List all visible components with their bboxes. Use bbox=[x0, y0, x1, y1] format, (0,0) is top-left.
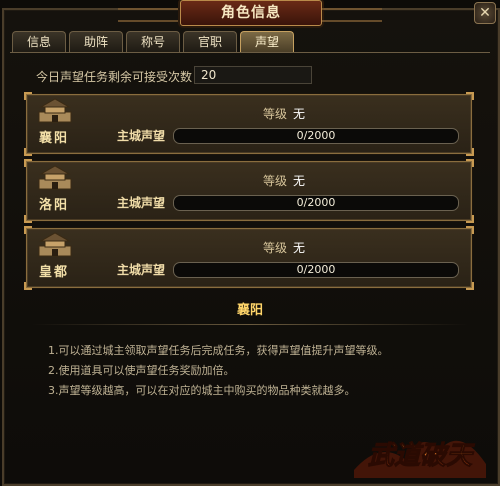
level-row: 等级无 bbox=[263, 105, 305, 122]
city-gate-icon bbox=[38, 165, 72, 190]
city-card-huangdu[interactable]: 皇都 等级无 主城声望 0/2000 bbox=[24, 226, 474, 290]
level-label: 等级 bbox=[263, 107, 288, 121]
city-name: 皇都 bbox=[39, 265, 70, 280]
tab-assist[interactable]: 助阵 bbox=[69, 31, 123, 52]
title-ornament-left bbox=[118, 8, 178, 22]
description-line: 1.可以通过城主领取声望任务后完成任务，获得声望值提升声望等级。 bbox=[48, 344, 389, 357]
tab-divider bbox=[10, 52, 490, 53]
reputation-label: 主城声望 bbox=[117, 129, 166, 143]
level-value: 无 bbox=[293, 241, 306, 255]
title-ornament-right bbox=[322, 8, 382, 22]
level-row: 等级无 bbox=[263, 239, 305, 256]
city-card-luoyang[interactable]: 洛阳 等级无 主城声望 0/2000 bbox=[24, 159, 474, 223]
city-gate-icon bbox=[38, 232, 72, 257]
title-bar: 角色信息 ✕ bbox=[0, 0, 500, 26]
description-line: 3.声望等级越高，可以在对应的城主中购买的物品种类就越多。 bbox=[48, 384, 356, 397]
detail-city-title: 襄阳 bbox=[236, 303, 263, 318]
tab-official-rank[interactable]: 官职 bbox=[183, 31, 237, 52]
tab-bar: 信息 助阵 称号 官职 声望 bbox=[12, 31, 297, 53]
detail-divider bbox=[32, 324, 468, 325]
reputation-progress-bar: 0/2000 bbox=[173, 262, 459, 278]
level-value: 无 bbox=[293, 174, 306, 188]
level-value: 无 bbox=[293, 107, 306, 121]
tab-info[interactable]: 信息 bbox=[12, 31, 66, 52]
reputation-progress-text: 0/2000 bbox=[296, 263, 336, 276]
city-name: 洛阳 bbox=[39, 198, 70, 213]
city-name: 襄阳 bbox=[39, 131, 70, 146]
game-logo-text: 武道破天 bbox=[368, 441, 475, 471]
quota-value: 20 bbox=[194, 66, 312, 84]
tab-reputation[interactable]: 声望 bbox=[240, 31, 294, 52]
reputation-label: 主城声望 bbox=[117, 196, 166, 210]
reputation-progress-bar: 0/2000 bbox=[173, 128, 459, 144]
quota-label: 今日声望任务剩余可接受次数： bbox=[36, 70, 205, 84]
reputation-label: 主城声望 bbox=[117, 263, 166, 277]
window-title: 角色信息 bbox=[180, 0, 322, 26]
level-row: 等级无 bbox=[263, 172, 305, 189]
tab-titles[interactable]: 称号 bbox=[126, 31, 180, 52]
reputation-progress-bar: 0/2000 bbox=[173, 195, 459, 211]
city-card-xiangyang[interactable]: 襄阳 等级无 主城声望 0/2000 bbox=[24, 92, 474, 156]
game-logo: 武道破天 bbox=[354, 441, 486, 478]
description-line: 2.使用道具可以使声望任务奖励加倍。 bbox=[48, 364, 235, 377]
level-label: 等级 bbox=[263, 174, 288, 188]
close-button[interactable]: ✕ bbox=[474, 2, 496, 24]
reputation-progress-text: 0/2000 bbox=[296, 196, 336, 209]
reputation-progress-text: 0/2000 bbox=[296, 129, 336, 142]
city-gate-icon bbox=[38, 98, 72, 123]
level-label: 等级 bbox=[263, 241, 288, 255]
